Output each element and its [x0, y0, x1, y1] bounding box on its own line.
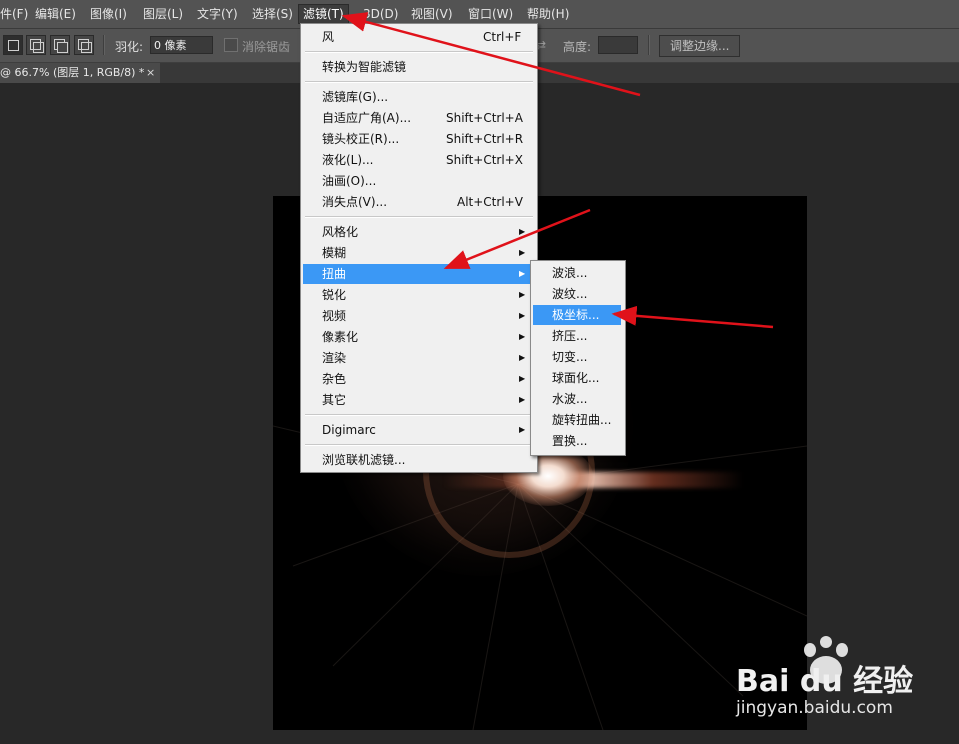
- menu-filter[interactable]: 滤镜(T): [298, 4, 349, 24]
- menu-item-render[interactable]: 渲染 ▶: [303, 348, 533, 368]
- menu-item-convert-smart-filter[interactable]: 转换为智能滤镜: [303, 57, 533, 77]
- submenu-arrow-icon: ▶: [519, 332, 526, 341]
- lens-flare-streak: [443, 472, 743, 488]
- menu-separator: [305, 444, 533, 446]
- menu-item-sharpen[interactable]: 锐化 ▶: [303, 285, 533, 305]
- menu-item-displace[interactable]: 置换...: [533, 431, 621, 451]
- menu-separator: [305, 81, 533, 83]
- menu-item-pixelate[interactable]: 像素化 ▶: [303, 327, 533, 347]
- menu-item-stylize[interactable]: 风格化 ▶: [303, 222, 533, 242]
- intersect-selection-icon[interactable]: [74, 35, 94, 55]
- menu-3d[interactable]: 3D(D): [363, 5, 398, 23]
- document-tab[interactable]: @ 66.7% (图层 1, RGB/8) * ×: [0, 63, 160, 83]
- menu-item-noise[interactable]: 杂色 ▶: [303, 369, 533, 389]
- feather-input[interactable]: 0 像素: [150, 36, 213, 54]
- menu-item-liquify[interactable]: 液化(L)... Shift+Ctrl+X: [303, 150, 533, 170]
- submenu-arrow-icon: ▶: [519, 425, 526, 434]
- close-icon[interactable]: ×: [146, 63, 155, 83]
- menu-item-adaptive-wide-angle[interactable]: 自适应广角(A)... Shift+Ctrl+A: [303, 108, 533, 128]
- submenu-arrow-icon: ▶: [519, 269, 526, 278]
- menu-item-vanishing-point[interactable]: 消失点(V)... Alt+Ctrl+V: [303, 192, 533, 212]
- menu-item-polar-coordinates[interactable]: 极坐标...: [533, 305, 621, 325]
- menu-item-shear[interactable]: 切变...: [533, 347, 621, 367]
- submenu-arrow-icon: ▶: [519, 311, 526, 320]
- menu-window[interactable]: 窗口(W): [468, 5, 513, 23]
- menu-item-filter-gallery[interactable]: 滤镜库(G)...: [303, 87, 533, 107]
- menu-file[interactable]: 件(F): [0, 5, 28, 23]
- submenu-arrow-icon: ▶: [519, 248, 526, 257]
- menu-edit[interactable]: 编辑(E): [35, 5, 76, 23]
- new-selection-icon[interactable]: [3, 35, 23, 55]
- menu-separator: [305, 216, 533, 218]
- menu-item-oil-paint[interactable]: 油画(O)...: [303, 171, 533, 191]
- menu-help[interactable]: 帮助(H): [527, 5, 569, 23]
- menu-item-ripple[interactable]: 波纹...: [533, 284, 621, 304]
- distort-submenu: 波浪... 波纹... 极坐标... 挤压... 切变... 球面化... 水波…: [530, 260, 626, 456]
- subtract-from-selection-icon[interactable]: [50, 35, 70, 55]
- antialias-checkbox[interactable]: [224, 38, 238, 52]
- menu-item-distort[interactable]: 扭曲 ▶: [303, 264, 533, 284]
- menu-type[interactable]: 文字(Y): [197, 5, 238, 23]
- menu-item-wind[interactable]: 风 Ctrl+F: [303, 27, 533, 47]
- submenu-arrow-icon: ▶: [519, 353, 526, 362]
- antialias-label: 消除锯齿: [242, 40, 291, 54]
- menu-item-wave[interactable]: 波浪...: [533, 263, 621, 283]
- refine-edge-button[interactable]: 调整边缘...: [659, 35, 741, 57]
- feather-label: 羽化:: [115, 40, 144, 54]
- watermark-url: jingyan.baidu.com: [736, 698, 893, 718]
- menu-item-twirl[interactable]: 旋转扭曲...: [533, 410, 621, 430]
- menu-select[interactable]: 选择(S): [252, 5, 293, 23]
- menu-item-lens-correction[interactable]: 镜头校正(R)... Shift+Ctrl+R: [303, 129, 533, 149]
- filter-menu: 风 Ctrl+F 转换为智能滤镜 滤镜库(G)... 自适应广角(A)... Shi…: [300, 23, 538, 473]
- watermark-brand: Bai du 经验: [736, 664, 914, 699]
- menu-item-digimarc[interactable]: Digimarc ▶: [303, 420, 533, 440]
- menu-item-browse-online-filters[interactable]: 浏览联机滤镜...: [303, 450, 533, 470]
- menu-item-zigzag[interactable]: 水波...: [533, 389, 621, 409]
- menu-separator: [305, 51, 533, 53]
- submenu-arrow-icon: ▶: [519, 290, 526, 299]
- baidu-jingyan-watermark: Bai du 经验 jingyan.baidu.com: [736, 636, 936, 726]
- menu-image[interactable]: 图像(I): [90, 5, 127, 23]
- menu-item-spherize[interactable]: 球面化...: [533, 368, 621, 388]
- menu-item-pinch[interactable]: 挤压...: [533, 326, 621, 346]
- menu-view[interactable]: 视图(V): [411, 5, 453, 23]
- menu-item-other[interactable]: 其它 ▶: [303, 390, 533, 410]
- height-input[interactable]: [598, 36, 638, 54]
- height-label: 高度:: [563, 40, 592, 54]
- document-tab-title: @ 66.7% (图层 1, RGB/8) *: [0, 66, 145, 79]
- menu-item-blur[interactable]: 模糊 ▶: [303, 243, 533, 263]
- menu-separator: [305, 414, 533, 416]
- submenu-arrow-icon: ▶: [519, 395, 526, 404]
- submenu-arrow-icon: ▶: [519, 227, 526, 236]
- toolbar-divider: [648, 35, 650, 55]
- add-to-selection-icon[interactable]: [26, 35, 46, 55]
- toolbar-divider: [103, 35, 105, 55]
- submenu-arrow-icon: ▶: [519, 374, 526, 383]
- menu-layer[interactable]: 图层(L): [143, 5, 183, 23]
- menu-item-video[interactable]: 视频 ▶: [303, 306, 533, 326]
